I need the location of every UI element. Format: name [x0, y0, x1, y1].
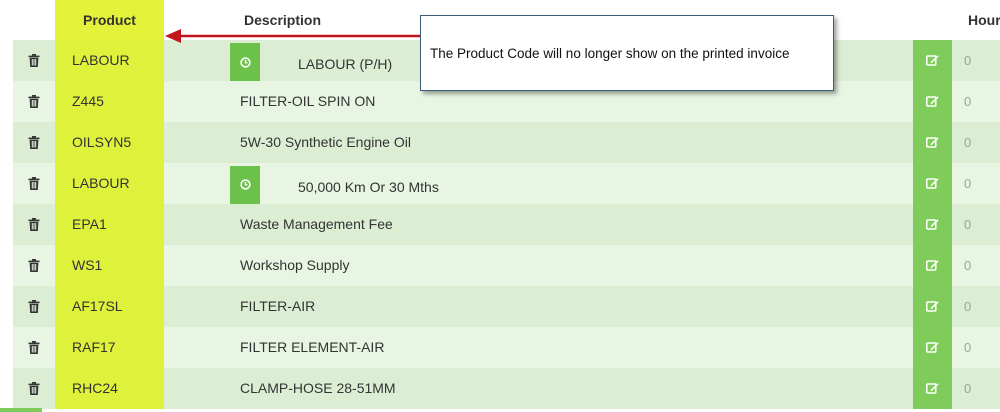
- product-code: LABOUR: [55, 40, 164, 81]
- product-code: LABOUR: [55, 162, 164, 204]
- delete-button[interactable]: [13, 81, 55, 122]
- table-row: RHC24 CLAMP-HOSE 28-51MM 0: [13, 367, 1000, 409]
- trash-icon: [28, 135, 40, 149]
- product-code: WS1: [55, 244, 164, 286]
- annotation-arrow: [165, 29, 427, 43]
- trash-icon: [28, 340, 40, 354]
- delete-button[interactable]: [13, 40, 55, 81]
- annotation-callout: The Product Code will no longer show on …: [420, 15, 834, 91]
- description-cell: Waste Management Fee: [164, 204, 913, 245]
- edit-button[interactable]: [913, 162, 952, 204]
- header-hours[interactable]: Hour: [968, 0, 1000, 40]
- edit-button[interactable]: [913, 367, 952, 409]
- hours-value: 0: [964, 216, 972, 232]
- hours-value: 0: [964, 134, 972, 150]
- delete-button[interactable]: [13, 122, 55, 163]
- description-cell: 5W-30 Synthetic Engine Oil: [164, 122, 913, 163]
- trash-icon: [28, 53, 40, 67]
- product-code: RAF17: [55, 326, 164, 368]
- edit-icon: [926, 137, 939, 149]
- description-text: LABOUR (P/H): [298, 55, 393, 72]
- description-text: 5W-30 Synthetic Engine Oil: [240, 134, 411, 151]
- product-code: RHC24: [55, 367, 164, 409]
- edit-button[interactable]: [913, 244, 952, 286]
- hours-value: 0: [964, 339, 972, 355]
- table-row: LABOUR 50,000 Km Or 30 Mths 0: [13, 162, 1000, 204]
- description-cell: CLAMP-HOSE 28-51MM: [164, 368, 913, 409]
- description-text: 50,000 Km Or 30 Mths: [298, 178, 439, 195]
- table-row: AF17SL FILTER-AIR 0: [13, 285, 1000, 327]
- table-row: RAF17 FILTER ELEMENT-AIR 0: [13, 326, 1000, 368]
- description-cell: FILTER-AIR: [164, 286, 913, 327]
- product-code: AF17SL: [55, 285, 164, 327]
- hours-value: 0: [964, 175, 972, 191]
- product-code: Z445: [55, 80, 164, 122]
- description-cell: 50,000 Km Or 30 Mths: [164, 163, 913, 204]
- description-text: Workshop Supply: [240, 257, 350, 274]
- trash-icon: [28, 258, 40, 272]
- hours-value: 0: [964, 298, 972, 314]
- edit-button[interactable]: [913, 40, 952, 81]
- description-text: FILTER-AIR: [240, 298, 316, 315]
- description-text: FILTER ELEMENT-AIR: [240, 339, 385, 356]
- timer-button[interactable]: [230, 165, 260, 204]
- delete-button[interactable]: [13, 245, 55, 286]
- table-row: OILSYN5 5W-30 Synthetic Engine Oil 0: [13, 121, 1000, 163]
- delete-button[interactable]: [13, 204, 55, 245]
- delete-button[interactable]: [13, 327, 55, 368]
- hours-value: 0: [964, 93, 972, 109]
- product-code: EPA1: [55, 203, 164, 245]
- edit-button[interactable]: [913, 121, 952, 163]
- trash-icon: [28, 176, 40, 190]
- clock-icon: [239, 179, 251, 191]
- delete-button[interactable]: [13, 163, 55, 204]
- clock-icon: [239, 56, 251, 68]
- description-text: FILTER-OIL SPIN ON: [240, 93, 376, 110]
- invoice-items-page: Product Description Hour LABOUR LABOUR (…: [0, 0, 1000, 412]
- trash-icon: [28, 217, 40, 231]
- product-code: OILSYN5: [55, 121, 164, 163]
- header-product[interactable]: Product: [55, 0, 164, 40]
- edit-icon: [926, 260, 939, 272]
- description-text: Waste Management Fee: [240, 216, 393, 233]
- description-text: CLAMP-HOSE 28-51MM: [240, 380, 396, 397]
- table-row: EPA1 Waste Management Fee 0: [13, 203, 1000, 245]
- edit-button[interactable]: [913, 203, 952, 245]
- timer-button[interactable]: [230, 43, 260, 81]
- hours-value: 0: [964, 380, 972, 396]
- trash-icon: [28, 299, 40, 313]
- table-body: LABOUR LABOUR (P/H) 0 Z445 FILTER-OIL SP…: [13, 40, 1000, 409]
- hours-value: 0: [964, 257, 972, 273]
- trash-icon: [28, 94, 40, 108]
- edit-icon: [926, 219, 939, 231]
- edit-button[interactable]: [913, 80, 952, 122]
- edit-icon: [926, 301, 939, 313]
- hours-value: 0: [964, 52, 972, 68]
- edit-icon: [926, 383, 939, 395]
- edit-icon: [926, 342, 939, 354]
- delete-button[interactable]: [13, 368, 55, 409]
- edit-icon: [926, 178, 939, 190]
- description-cell: FILTER ELEMENT-AIR: [164, 327, 913, 368]
- delete-button[interactable]: [13, 286, 55, 327]
- edit-button[interactable]: [913, 326, 952, 368]
- table-row: WS1 Workshop Supply 0: [13, 244, 1000, 286]
- edit-icon: [926, 55, 939, 67]
- footer-edge: [0, 408, 42, 412]
- edit-icon: [926, 96, 939, 108]
- edit-button[interactable]: [913, 285, 952, 327]
- description-cell: Workshop Supply: [164, 245, 913, 286]
- trash-icon: [28, 381, 40, 395]
